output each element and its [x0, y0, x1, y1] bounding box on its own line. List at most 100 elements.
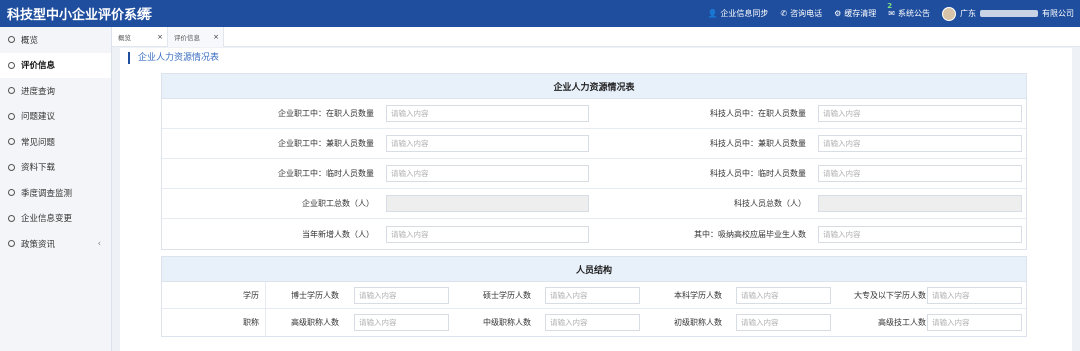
- sidebar-item-label: 问题建议: [21, 112, 56, 123]
- circle-icon: [8, 214, 15, 222]
- sync-company-info-button[interactable]: 👤 企业信息同步: [707, 8, 768, 19]
- junior-title-input[interactable]: 请输入内容: [736, 314, 831, 331]
- chevron-left-icon[interactable]: ‹: [98, 239, 101, 249]
- staff-employed-input[interactable]: 请输入内容: [386, 105, 589, 122]
- sidebar-item-progress[interactable]: 进度查询: [0, 78, 111, 104]
- sidebar-item-overview[interactable]: 概览: [0, 27, 111, 53]
- avatar: [942, 6, 956, 21]
- field-label: 中级职称人数: [483, 318, 531, 327]
- field-label: 科技人员中：兼职人员数量: [710, 139, 806, 148]
- tab-label: 评价信息: [174, 34, 200, 42]
- sidebar: 概览 评价信息 进度查询 问题建议 常见问题 资料下载 季度调查监测 企业信息变…: [0, 27, 112, 351]
- close-icon[interactable]: ×: [157, 33, 163, 41]
- graduate-hires-input[interactable]: 请输入内容: [818, 225, 1022, 243]
- field-label: 企业职工中：临时人员数量: [278, 169, 374, 178]
- sidebar-item-label: 季度调查监测: [21, 188, 73, 199]
- tech-employed-input[interactable]: 请输入内容: [818, 105, 1022, 122]
- hamburger-icon[interactable]: ☰: [141, 6, 153, 21]
- field-label: 当年新增人数（人）: [302, 229, 374, 239]
- circle-icon: [8, 240, 15, 248]
- master-count-input[interactable]: 请输入内容: [545, 287, 640, 304]
- college-count-input[interactable]: 请输入内容: [927, 287, 1022, 304]
- consult-phone-label: 咨询电话: [790, 9, 823, 18]
- tech-temporary-input[interactable]: 请输入内容: [818, 165, 1022, 182]
- sidebar-item-label: 企业信息变更: [21, 214, 73, 225]
- new-hires-input[interactable]: 请输入内容: [386, 225, 589, 243]
- main-content: 企业人力资源情况表 企业人力资源情况表 企业职工中：在职人员数量 请输入内容 科…: [120, 48, 1072, 351]
- sidebar-item-policy-news[interactable]: 政策资讯 ‹: [0, 231, 111, 257]
- field-label: 企业职工中：兼职人员数量: [278, 139, 374, 148]
- circle-icon: [8, 87, 15, 95]
- senior-technician-input[interactable]: 请输入内容: [927, 314, 1022, 331]
- sidebar-item-label: 常见问题: [21, 137, 56, 148]
- top-actions: 👤 企业信息同步 ✆ 咨询电话 ⚙ 缓存清理 2 ✉ 系统公告 广东 有限公司: [707, 0, 1074, 27]
- table-row: 当年新增人数（人） 请输入内容 其中：吸纳高校应届毕业生人数 请输入内容: [162, 219, 1026, 249]
- clear-cache-label: 缓存清理: [844, 9, 877, 18]
- table-row: 学历 博士学历人数 请输入内容 硕士学历人数 请输入内容 本科学历人数 请输入内…: [162, 282, 1026, 309]
- phone-icon: ✆: [780, 9, 788, 18]
- redacted-block: [980, 10, 1038, 17]
- tab-label: 概览: [118, 34, 131, 42]
- field-label: 高级技工人数: [878, 318, 926, 327]
- hr-table-header: 企业人力资源情况表: [162, 74, 1026, 99]
- field-label: 其中：吸纳高校应届毕业生人数: [694, 229, 806, 239]
- staff-total-field: [386, 195, 589, 212]
- sidebar-item-label: 进度查询: [21, 86, 56, 97]
- middle-title-input[interactable]: 请输入内容: [545, 314, 640, 331]
- system-notice-label: 系统公告: [898, 9, 930, 18]
- structure-table: 人员结构 学历 博士学历人数 请输入内容 硕士学历人数 请输入内容 本科学历人数…: [161, 256, 1027, 337]
- circle-icon: [8, 138, 15, 146]
- circle-icon: [8, 112, 15, 120]
- field-label: 本科学历人数: [674, 291, 722, 300]
- system-notice-button[interactable]: 2 ✉ 系统公告: [887, 2, 930, 19]
- sidebar-item-faq[interactable]: 常见问题: [0, 129, 111, 155]
- close-icon[interactable]: ×: [213, 33, 219, 41]
- category-label: 学历: [243, 291, 259, 300]
- tab-bar: 概览 × 评价信息 ×: [112, 27, 1080, 47]
- sync-company-info-label: 企业信息同步: [720, 9, 769, 18]
- category-label: 职称: [243, 318, 259, 327]
- section-title: 企业人力资源情况表: [128, 52, 219, 64]
- consult-phone-button[interactable]: ✆ 咨询电话: [780, 8, 822, 19]
- tab-overview[interactable]: 概览 ×: [112, 27, 168, 47]
- tech-parttime-input[interactable]: 请输入内容: [818, 135, 1022, 152]
- table-row: 企业职工中：兼职人员数量 请输入内容 科技人员中：兼职人员数量 请输入内容: [162, 129, 1026, 159]
- field-label: 企业职工总数（人）: [302, 199, 374, 208]
- field-label: 初级职称人数: [674, 318, 722, 327]
- table-row: 企业职工中：临时人员数量 请输入内容 科技人员中：临时人员数量 请输入内容: [162, 159, 1026, 189]
- user-menu[interactable]: 广东 有限公司: [942, 6, 1074, 21]
- tab-evaluation[interactable]: 评价信息 ×: [168, 27, 224, 47]
- circle-icon: [8, 61, 15, 69]
- sidebar-item-label: 评价信息: [21, 61, 56, 72]
- sidebar-item-info-change[interactable]: 企业信息变更: [0, 206, 111, 232]
- circle-icon: [8, 189, 15, 197]
- clear-cache-button[interactable]: ⚙ 缓存清理: [834, 8, 876, 19]
- gear-icon: ⚙: [834, 9, 842, 18]
- sidebar-item-label: 概览: [21, 35, 39, 46]
- sidebar-item-downloads[interactable]: 资料下载: [0, 155, 111, 181]
- field-label: 科技人员中：临时人员数量: [710, 169, 806, 178]
- sidebar-item-feedback[interactable]: 问题建议: [0, 104, 111, 130]
- user-icon: 👤: [707, 9, 718, 18]
- circle-icon: [8, 36, 15, 44]
- sidebar-item-evaluation[interactable]: 评价信息: [0, 52, 111, 78]
- app-title: 科技型中小企业评价系统: [7, 8, 151, 23]
- field-label: 企业职工中：在职人员数量: [278, 109, 374, 118]
- field-label: 大专及以下学历人数: [854, 291, 926, 300]
- table-row: 企业职工总数（人） 科技人员总数（人）: [162, 189, 1026, 219]
- senior-title-input[interactable]: 请输入内容: [354, 314, 449, 331]
- user-company-prefix: 广东: [960, 9, 976, 18]
- top-bar: 科技型中小企业评价系统 ☰ 👤 企业信息同步 ✆ 咨询电话 ⚙ 缓存清理 2 ✉…: [0, 0, 1080, 27]
- table-row: 企业职工中：在职人员数量 请输入内容 科技人员中：在职人员数量 请输入内容: [162, 99, 1026, 129]
- staff-parttime-input[interactable]: 请输入内容: [386, 135, 589, 152]
- phd-count-input[interactable]: 请输入内容: [354, 287, 449, 304]
- sidebar-item-quarterly-survey[interactable]: 季度调查监测: [0, 180, 111, 206]
- staff-temporary-input[interactable]: 请输入内容: [386, 165, 589, 182]
- hr-table: 企业人力资源情况表 企业职工中：在职人员数量 请输入内容 科技人员中：在职人员数…: [161, 73, 1027, 250]
- bachelor-count-input[interactable]: 请输入内容: [736, 287, 831, 304]
- notice-count-badge: 2: [887, 2, 893, 10]
- divider: [265, 309, 266, 336]
- field-label: 博士学历人数: [291, 291, 339, 300]
- field-label: 高级职称人数: [291, 318, 339, 327]
- circle-icon: [8, 163, 15, 171]
